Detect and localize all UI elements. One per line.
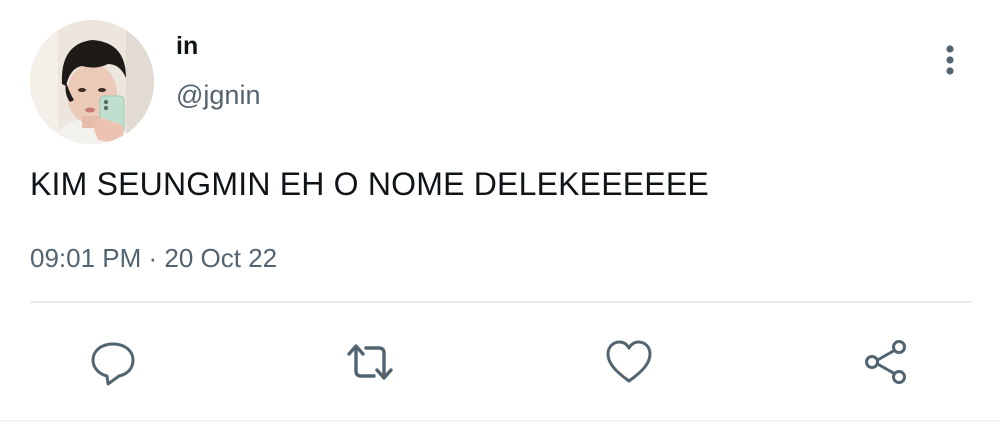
retweet-button[interactable]	[345, 337, 395, 387]
avatar[interactable]	[30, 20, 154, 144]
retweet-icon	[347, 344, 393, 380]
tweet-timestamp[interactable]: 09:01 PM · 20 Oct 22	[30, 243, 277, 274]
heart-icon	[606, 340, 652, 383]
like-button[interactable]	[604, 337, 654, 387]
bottom-divider	[0, 420, 1000, 422]
divider	[30, 301, 972, 303]
tweet-text: KIM SEUNGMIN EH O NOME DELEKEEEEEE	[30, 166, 709, 202]
avatar-photo	[30, 20, 154, 144]
tweet-card: in @jgnin KIM SEUNGMIN EH O NOME DELEKEE…	[0, 0, 1000, 435]
more-options-button[interactable]	[930, 40, 970, 80]
share-button[interactable]	[861, 337, 911, 387]
share-icon	[865, 340, 906, 384]
reply-icon	[91, 342, 135, 386]
user-handle[interactable]: @jgnin	[176, 80, 260, 111]
display-name[interactable]: in	[176, 32, 198, 61]
more-vertical-icon	[946, 45, 954, 75]
reply-button[interactable]	[88, 337, 138, 387]
